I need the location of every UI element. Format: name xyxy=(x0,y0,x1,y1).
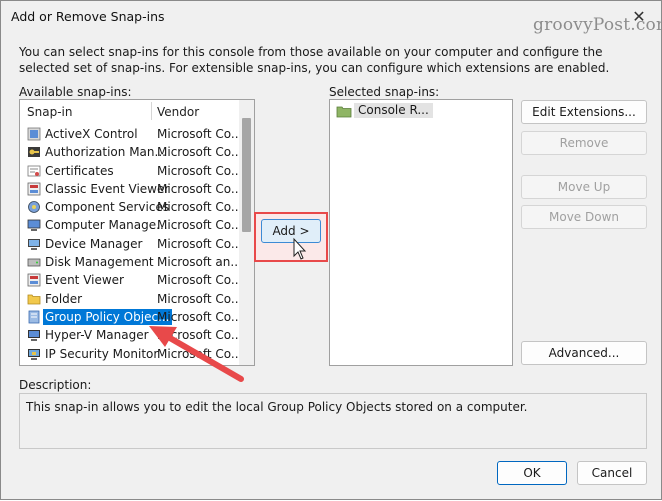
mouse-cursor-icon xyxy=(293,237,307,260)
annotation-overlay xyxy=(149,237,307,382)
dialog-window: Add or Remove Snap-ins groovyPost.com ✕ … xyxy=(0,0,662,500)
red-arrow-icon xyxy=(149,326,244,382)
